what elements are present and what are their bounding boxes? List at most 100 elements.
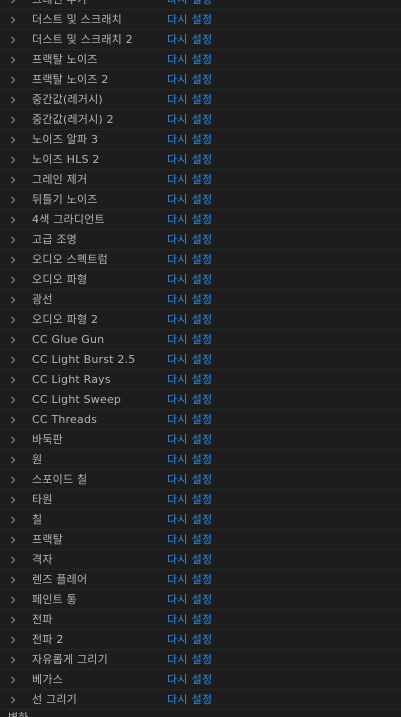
effect-name: CC Glue Gun: [32, 333, 105, 346]
effect-row: 4색 그라디언트 다시 설정: [0, 210, 401, 230]
reset-link[interactable]: 다시 설정: [167, 552, 212, 568]
effect-row: 오디오 파형 다시 설정: [0, 270, 401, 290]
chevron-right-icon[interactable]: [9, 436, 17, 444]
partial-row: 변하: [0, 710, 401, 717]
chevron-right-icon[interactable]: [9, 176, 17, 184]
chevron-right-icon[interactable]: [9, 216, 17, 224]
effect-row: CC Light Rays 다시 설정: [0, 370, 401, 390]
chevron-right-icon[interactable]: [9, 396, 17, 404]
reset-link[interactable]: 다시 설정: [167, 472, 212, 488]
effect-name: 노이즈 알파 3: [32, 133, 99, 146]
reset-link[interactable]: 다시 설정: [167, 592, 212, 608]
reset-link[interactable]: 다시 설정: [167, 0, 212, 8]
reset-link[interactable]: 다시 설정: [167, 612, 212, 628]
effect-row: 오디오 파형 2 다시 설정: [0, 310, 401, 330]
reset-link[interactable]: 다시 설정: [167, 452, 212, 468]
chevron-right-icon[interactable]: [9, 256, 17, 264]
effect-row: 프랙탈 다시 설정: [0, 530, 401, 550]
reset-link[interactable]: 다시 설정: [167, 692, 212, 708]
effect-name: 자유롭게 그리기: [32, 653, 108, 666]
chevron-right-icon[interactable]: [9, 576, 17, 584]
reset-link[interactable]: 다시 설정: [167, 512, 212, 528]
chevron-right-icon[interactable]: [9, 196, 17, 204]
chevron-right-icon[interactable]: [9, 236, 17, 244]
effect-name: CC Light Rays: [32, 373, 111, 386]
chevron-right-icon[interactable]: [9, 696, 17, 704]
effect-name: CC Light Burst 2.5: [32, 353, 136, 366]
reset-link[interactable]: 다시 설정: [167, 152, 212, 168]
effect-controls-panel: 그레인 추가 다시 설정 더스트 및 스크래치 다시 설정 더스트 및 스크래치…: [0, 0, 401, 717]
chevron-right-icon[interactable]: [9, 76, 17, 84]
reset-link[interactable]: 다시 설정: [167, 492, 212, 508]
chevron-right-icon[interactable]: [9, 156, 17, 164]
reset-link[interactable]: 다시 설정: [167, 212, 212, 228]
reset-link[interactable]: 다시 설정: [167, 312, 212, 328]
reset-link[interactable]: 다시 설정: [167, 572, 212, 588]
chevron-right-icon[interactable]: [9, 616, 17, 624]
reset-link[interactable]: 다시 설정: [167, 532, 212, 548]
chevron-right-icon[interactable]: [9, 0, 17, 4]
reset-link[interactable]: 다시 설정: [167, 192, 212, 208]
reset-link[interactable]: 다시 설정: [167, 252, 212, 268]
chevron-right-icon[interactable]: [9, 36, 17, 44]
effect-name: 광선: [32, 293, 53, 306]
chevron-right-icon[interactable]: [9, 116, 17, 124]
effect-row: 프랙탈 노이즈 다시 설정: [0, 50, 401, 70]
chevron-right-icon[interactable]: [9, 556, 17, 564]
reset-link[interactable]: 다시 설정: [167, 232, 212, 248]
reset-link[interactable]: 다시 설정: [167, 352, 212, 368]
reset-link[interactable]: 다시 설정: [167, 412, 212, 428]
effect-row: CC Glue Gun 다시 설정: [0, 330, 401, 350]
effect-name: 4색 그라디언트: [32, 213, 105, 226]
reset-link[interactable]: 다시 설정: [167, 32, 212, 48]
effect-name: 중간값(레거시): [32, 93, 103, 106]
reset-link[interactable]: 다시 설정: [167, 432, 212, 448]
chevron-right-icon[interactable]: [9, 296, 17, 304]
chevron-right-icon[interactable]: [9, 376, 17, 384]
reset-link[interactable]: 다시 설정: [167, 272, 212, 288]
reset-link[interactable]: 다시 설정: [167, 112, 212, 128]
chevron-right-icon[interactable]: [9, 636, 17, 644]
chevron-right-icon[interactable]: [9, 416, 17, 424]
effect-row: 칠 다시 설정: [0, 510, 401, 530]
chevron-right-icon[interactable]: [9, 56, 17, 64]
reset-link[interactable]: 다시 설정: [167, 52, 212, 68]
chevron-right-icon[interactable]: [9, 16, 17, 24]
chevron-right-icon[interactable]: [9, 96, 17, 104]
reset-link[interactable]: 다시 설정: [167, 12, 212, 28]
effect-name: 더스트 및 스크래치: [32, 13, 122, 26]
chevron-right-icon[interactable]: [9, 476, 17, 484]
effect-row: 그레인 제거 다시 설정: [0, 170, 401, 190]
reset-link[interactable]: 다시 설정: [167, 292, 212, 308]
effect-name: 노이즈 HLS 2: [32, 153, 100, 166]
reset-link[interactable]: 다시 설정: [167, 672, 212, 688]
reset-link[interactable]: 다시 설정: [167, 632, 212, 648]
chevron-right-icon[interactable]: [9, 336, 17, 344]
chevron-right-icon[interactable]: [9, 536, 17, 544]
chevron-right-icon[interactable]: [9, 516, 17, 524]
chevron-right-icon[interactable]: [9, 596, 17, 604]
reset-link[interactable]: 다시 설정: [167, 332, 212, 348]
chevron-right-icon[interactable]: [9, 356, 17, 364]
chevron-right-icon[interactable]: [9, 656, 17, 664]
effect-row: 노이즈 알파 3 다시 설정: [0, 130, 401, 150]
effect-row: CC Light Sweep 다시 설정: [0, 390, 401, 410]
chevron-right-icon[interactable]: [9, 456, 17, 464]
chevron-right-icon[interactable]: [9, 676, 17, 684]
reset-link[interactable]: 다시 설정: [167, 652, 212, 668]
reset-link[interactable]: 다시 설정: [167, 72, 212, 88]
chevron-right-icon[interactable]: [9, 136, 17, 144]
chevron-right-icon[interactable]: [9, 276, 17, 284]
chevron-right-icon[interactable]: [9, 316, 17, 324]
reset-link[interactable]: 다시 설정: [167, 392, 212, 408]
effect-name: 격자: [32, 553, 53, 566]
reset-link[interactable]: 다시 설정: [167, 172, 212, 188]
reset-link[interactable]: 다시 설정: [167, 92, 212, 108]
reset-link[interactable]: 다시 설정: [167, 372, 212, 388]
effect-row: 오디오 스펙트럼 다시 설정: [0, 250, 401, 270]
reset-link[interactable]: 다시 설정: [167, 132, 212, 148]
effect-row: CC Threads 다시 설정: [0, 410, 401, 430]
effect-row: 뒤틀기 노이즈 다시 설정: [0, 190, 401, 210]
effect-name: 선 그리기: [32, 693, 77, 706]
chevron-right-icon[interactable]: [9, 496, 17, 504]
